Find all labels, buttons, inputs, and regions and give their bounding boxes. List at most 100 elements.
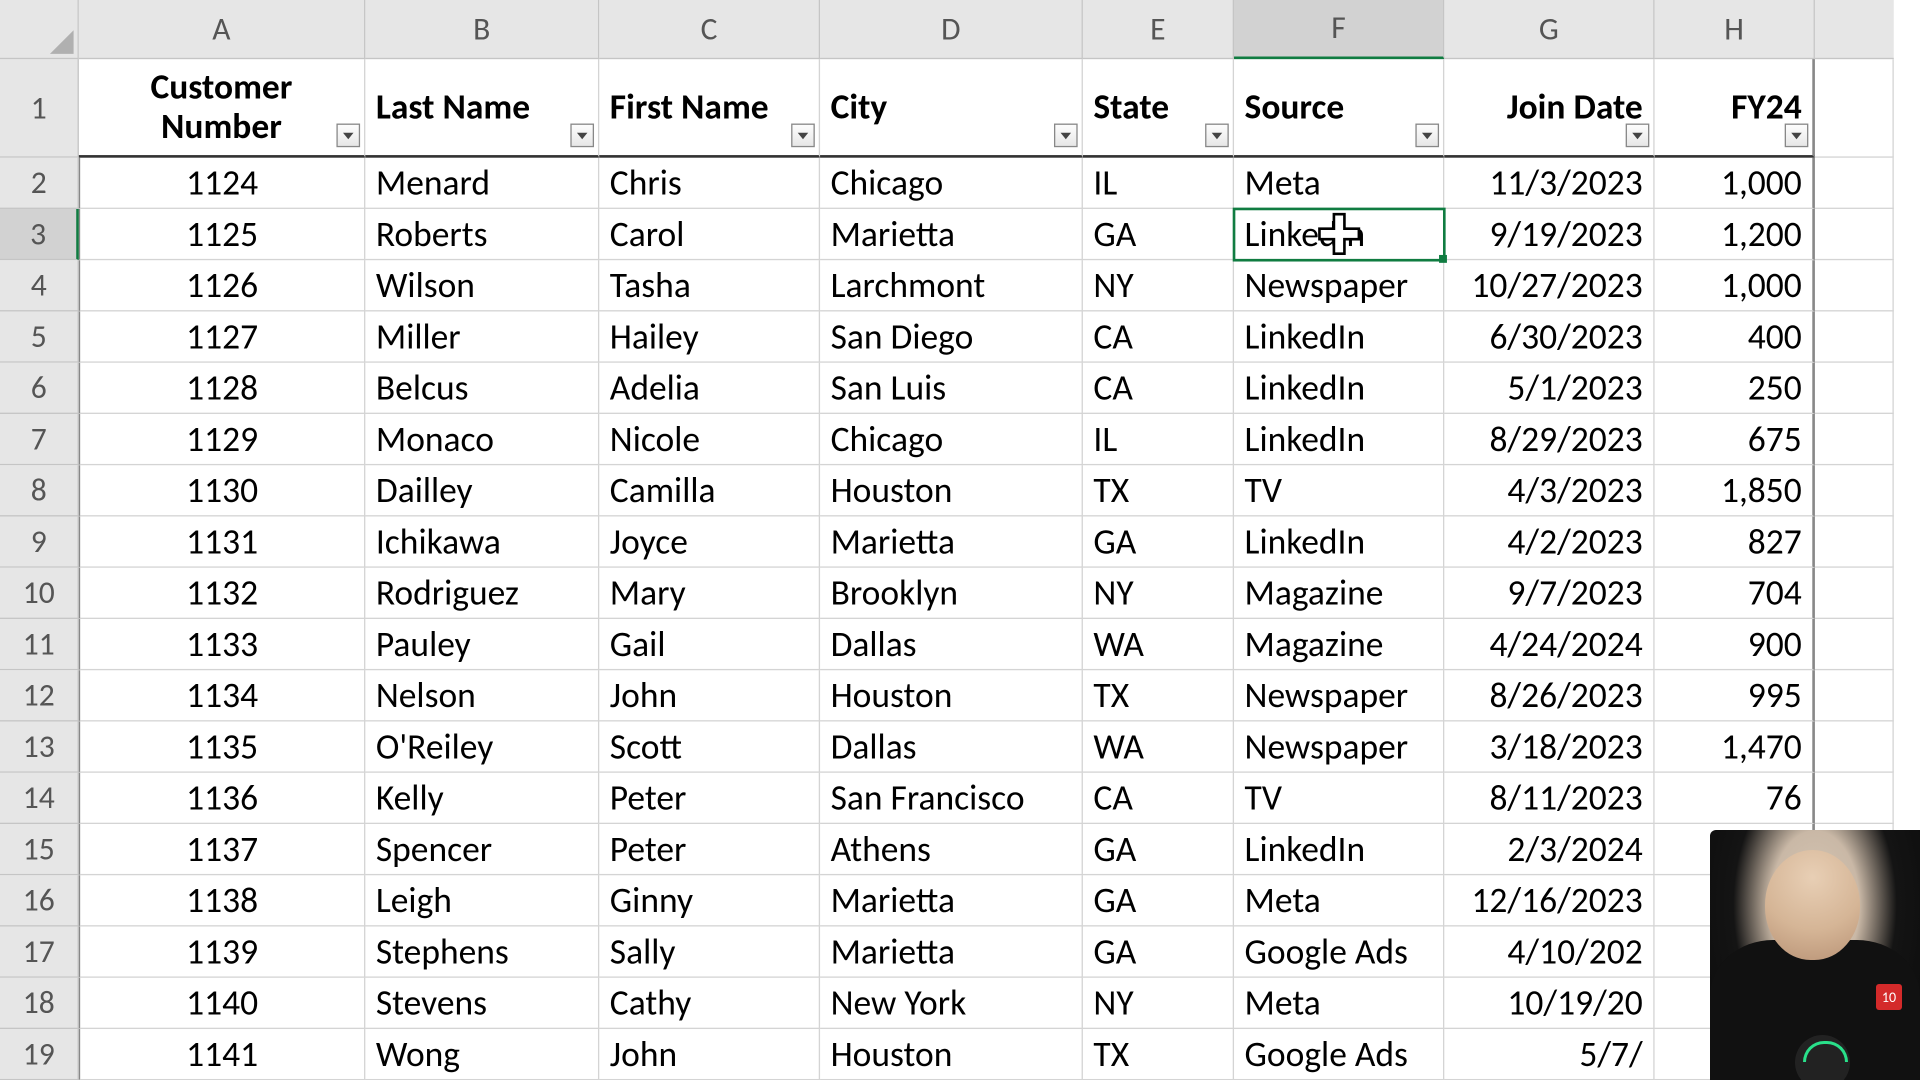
cell-E8[interactable]: TX <box>1083 465 1234 516</box>
cell-C14[interactable]: Peter <box>599 773 820 824</box>
row-header-4[interactable]: 4 <box>0 260 79 311</box>
select-all-triangle[interactable] <box>0 0 79 59</box>
table-header-join-date[interactable]: Join Date <box>1444 59 1654 158</box>
table-header-last-name[interactable]: Last Name <box>365 59 599 158</box>
cell-D15[interactable]: Athens <box>820 824 1083 875</box>
cell-C15[interactable]: Peter <box>599 824 820 875</box>
cell-H7[interactable]: 675 <box>1655 414 1815 465</box>
cell-G7[interactable]: 8/29/2023 <box>1444 414 1654 465</box>
cell-E7[interactable]: IL <box>1083 414 1234 465</box>
cell-F16[interactable]: Meta <box>1234 875 1444 926</box>
cell-C3[interactable]: Carol <box>599 209 820 260</box>
cell-E16[interactable]: GA <box>1083 875 1234 926</box>
cell-A14[interactable]: 1136 <box>79 773 365 824</box>
cell-H8[interactable]: 1,850 <box>1655 465 1815 516</box>
cell-H5[interactable]: 400 <box>1655 311 1815 362</box>
cell-G12[interactable]: 8/26/2023 <box>1444 670 1654 721</box>
cell-D4[interactable]: Larchmont <box>820 260 1083 311</box>
cell-empty[interactable] <box>1815 414 1894 465</box>
cell-D11[interactable]: Dallas <box>820 619 1083 670</box>
cell-C5[interactable]: Hailey <box>599 311 820 362</box>
col-header-D[interactable]: D <box>820 0 1083 59</box>
cell-E14[interactable]: CA <box>1083 773 1234 824</box>
cell-empty[interactable] <box>1815 516 1894 567</box>
cell-G8[interactable]: 4/3/2023 <box>1444 465 1654 516</box>
row-header-1[interactable]: 1 <box>0 59 79 158</box>
cell-A7[interactable]: 1129 <box>79 414 365 465</box>
row-header-12[interactable]: 12 <box>0 670 79 721</box>
cell-empty[interactable] <box>1815 619 1894 670</box>
cell-C2[interactable]: Chris <box>599 158 820 209</box>
cell-H3[interactable]: 1,200 <box>1655 209 1815 260</box>
cell-F12[interactable]: Newspaper <box>1234 670 1444 721</box>
filter-dropdown-icon[interactable] <box>1626 124 1650 148</box>
cell-H13[interactable]: 1,470 <box>1655 721 1815 772</box>
row-header-9[interactable]: 9 <box>0 516 79 567</box>
row-header-2[interactable]: 2 <box>0 158 79 209</box>
cell-E4[interactable]: NY <box>1083 260 1234 311</box>
col-header-G[interactable]: G <box>1444 0 1654 59</box>
cell-G6[interactable]: 5/1/2023 <box>1444 363 1654 414</box>
cell-A15[interactable]: 1137 <box>79 824 365 875</box>
cell-C9[interactable]: Joyce <box>599 516 820 567</box>
cell-A13[interactable]: 1135 <box>79 721 365 772</box>
cell-empty[interactable] <box>1815 363 1894 414</box>
cell-B2[interactable]: Menard <box>365 158 599 209</box>
row-header-11[interactable]: 11 <box>0 619 79 670</box>
cell-F4[interactable]: Newspaper <box>1234 260 1444 311</box>
cell-B19[interactable]: Wong <box>365 1029 599 1080</box>
cell-A3[interactable]: 1125 <box>79 209 365 260</box>
cell-G14[interactable]: 8/11/2023 <box>1444 773 1654 824</box>
cell-H12[interactable]: 995 <box>1655 670 1815 721</box>
cell-C4[interactable]: Tasha <box>599 260 820 311</box>
cell-G19[interactable]: 5/7/ <box>1444 1029 1654 1080</box>
table-header-source[interactable]: Source <box>1234 59 1444 158</box>
row-header-14[interactable]: 14 <box>0 773 79 824</box>
cell-F2[interactable]: Meta <box>1234 158 1444 209</box>
cell-D14[interactable]: San Francisco <box>820 773 1083 824</box>
cell-F6[interactable]: LinkedIn <box>1234 363 1444 414</box>
cell-E19[interactable]: TX <box>1083 1029 1234 1080</box>
row-header-18[interactable]: 18 <box>0 978 79 1029</box>
cell-C17[interactable]: Sally <box>599 927 820 978</box>
cell-B4[interactable]: Wilson <box>365 260 599 311</box>
filter-dropdown-icon[interactable] <box>791 124 815 148</box>
cell-H6[interactable]: 250 <box>1655 363 1815 414</box>
cell-empty[interactable] <box>1815 260 1894 311</box>
cell-A11[interactable]: 1133 <box>79 619 365 670</box>
cell-B13[interactable]: O'Reiley <box>365 721 599 772</box>
cell-F13[interactable]: Newspaper <box>1234 721 1444 772</box>
row-header-6[interactable]: 6 <box>0 363 79 414</box>
cell-empty[interactable] <box>1815 568 1894 619</box>
cell-B9[interactable]: Ichikawa <box>365 516 599 567</box>
cell-C10[interactable]: Mary <box>599 568 820 619</box>
cell-empty[interactable] <box>1815 721 1894 772</box>
cell-B14[interactable]: Kelly <box>365 773 599 824</box>
col-header-H[interactable]: H <box>1655 0 1815 59</box>
cell-E6[interactable]: CA <box>1083 363 1234 414</box>
cell-D16[interactable]: Marietta <box>820 875 1083 926</box>
cell-D10[interactable]: Brooklyn <box>820 568 1083 619</box>
cell-A18[interactable]: 1140 <box>79 978 365 1029</box>
table-header-fy24[interactable]: FY24 <box>1655 59 1815 158</box>
cell-empty[interactable] <box>1815 209 1894 260</box>
cell-E18[interactable]: NY <box>1083 978 1234 1029</box>
cell-D5[interactable]: San Diego <box>820 311 1083 362</box>
row-header-15[interactable]: 15 <box>0 824 79 875</box>
cell-F10[interactable]: Magazine <box>1234 568 1444 619</box>
cell-G5[interactable]: 6/30/2023 <box>1444 311 1654 362</box>
cell-E11[interactable]: WA <box>1083 619 1234 670</box>
cell-H11[interactable]: 900 <box>1655 619 1815 670</box>
cell-C11[interactable]: Gail <box>599 619 820 670</box>
table-header-state[interactable]: State <box>1083 59 1234 158</box>
cell-B10[interactable]: Rodriguez <box>365 568 599 619</box>
cell-G15[interactable]: 2/3/2024 <box>1444 824 1654 875</box>
cell-B11[interactable]: Pauley <box>365 619 599 670</box>
cell-empty[interactable] <box>1815 311 1894 362</box>
cell-B5[interactable]: Miller <box>365 311 599 362</box>
cell-B18[interactable]: Stevens <box>365 978 599 1029</box>
cell-G2[interactable]: 11/3/2023 <box>1444 158 1654 209</box>
cell-A6[interactable]: 1128 <box>79 363 365 414</box>
row-header-10[interactable]: 10 <box>0 568 79 619</box>
cell-F3[interactable]: LinkedIn <box>1234 209 1444 260</box>
